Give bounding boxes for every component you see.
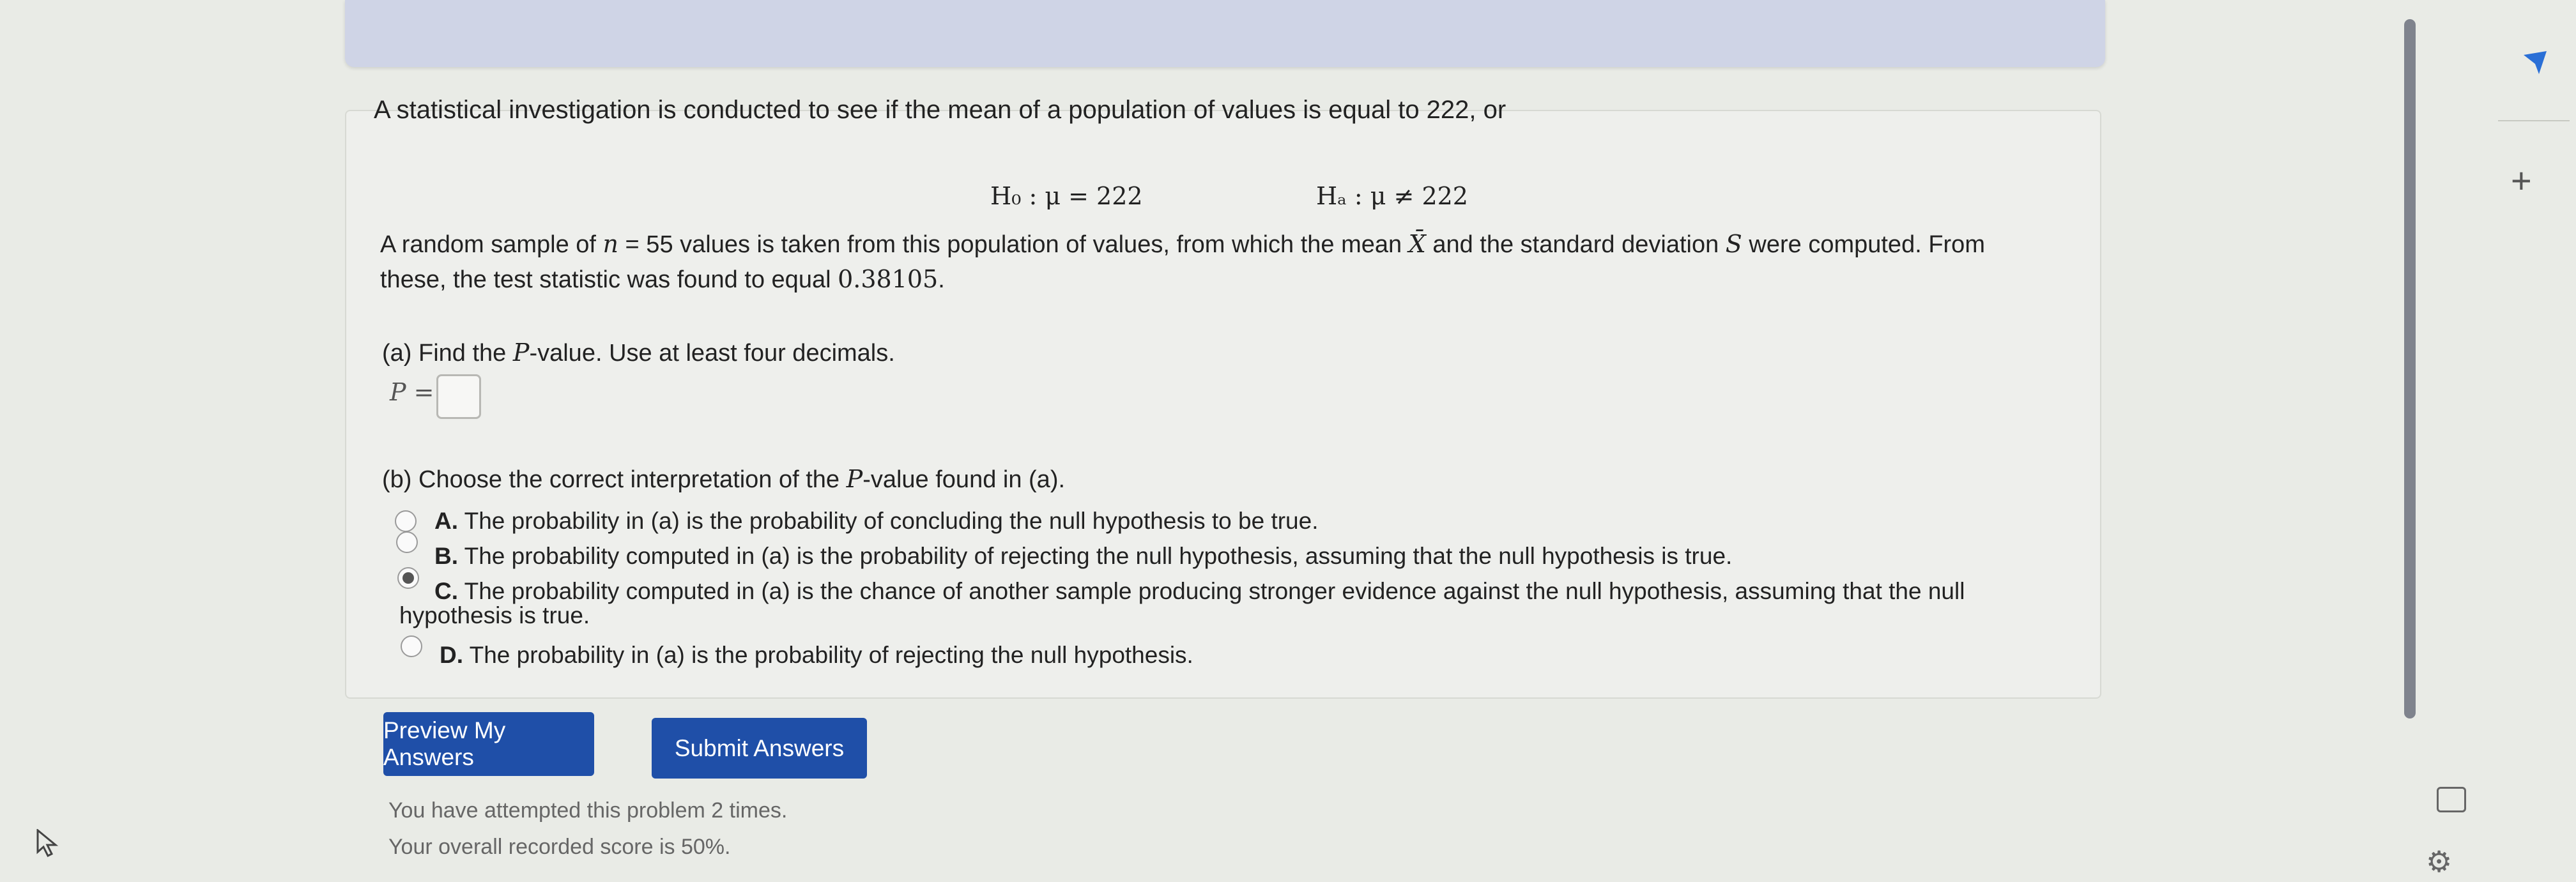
- option-c-letter: C.: [434, 578, 458, 604]
- option-a-text: The probability in (a) is the probabilit…: [458, 508, 1319, 534]
- option-d-radio[interactable]: [401, 635, 422, 657]
- option-b[interactable]: B. The probability computed in (a) is th…: [434, 543, 1732, 570]
- arrow-icon[interactable]: [2522, 50, 2548, 75]
- option-d[interactable]: D. The probability in (a) is the probabi…: [440, 642, 1193, 669]
- problem-card: [345, 110, 2101, 699]
- p-value-input[interactable]: [436, 374, 481, 419]
- option-a-letter: A.: [434, 508, 458, 534]
- option-a[interactable]: A. The probability in (a) is the probabi…: [434, 508, 1319, 535]
- sample-end: .: [938, 266, 945, 293]
- option-c-radio[interactable]: [397, 567, 419, 589]
- part-a-text-2: -value. Use at least four decimals.: [529, 340, 895, 367]
- option-b-text: The probability computed in (a) is the p…: [458, 543, 1733, 569]
- part-b-text-2: -value found in (a).: [862, 466, 1066, 493]
- sample-description: A random sample of n = 55 values is take…: [380, 227, 2054, 297]
- option-c-text: The probability computed in (a) is the c…: [458, 578, 1965, 604]
- sidebar-divider: [2498, 120, 2570, 121]
- part-b-prompt: (b) Choose the correct interpretation of…: [382, 465, 1065, 494]
- option-b-radio[interactable]: [396, 531, 418, 553]
- panel-icon[interactable]: [2437, 787, 2466, 812]
- p-variable-b: P: [846, 465, 863, 493]
- xbar-variable: X̄: [1408, 230, 1426, 258]
- part-a-text-1: (a) Find the: [382, 340, 513, 367]
- alternative-hypothesis: Hₐ : μ ≠ 222: [1316, 182, 1468, 210]
- option-d-text: The probability in (a) is the probabilit…: [463, 642, 1193, 668]
- option-c[interactable]: C. The probability computed in (a) is th…: [434, 578, 1965, 605]
- p-variable: P: [512, 338, 530, 367]
- score-status: Your overall recorded score is 50%.: [388, 835, 731, 859]
- part-b-text-1: (b) Choose the correct interpretation of…: [382, 466, 847, 493]
- sample-text-2: = 55 values is taken from this populatio…: [618, 231, 1409, 258]
- scrollbar[interactable]: [2404, 19, 2416, 719]
- attempts-status: You have attempted this problem 2 times.: [388, 798, 788, 823]
- s-variable: S: [1725, 230, 1742, 258]
- plus-icon[interactable]: +: [2511, 160, 2532, 201]
- sample-text-1: A random sample of: [380, 231, 603, 258]
- top-toolbar: [345, 0, 2105, 67]
- option-b-letter: B.: [434, 543, 458, 569]
- sample-text-3: and the standard deviation: [1425, 231, 1726, 258]
- submit-answers-button[interactable]: Submit Answers: [652, 718, 867, 779]
- option-d-letter: D.: [440, 642, 463, 668]
- problem-statement: A statistical investigation is conducted…: [374, 96, 1506, 124]
- n-variable: n: [602, 230, 618, 258]
- gear-icon[interactable]: ⚙: [2426, 844, 2452, 879]
- option-c-continuation: hypothesis is true.: [399, 602, 590, 628]
- p-value-label: P =: [390, 378, 434, 406]
- preview-answers-button[interactable]: Preview My Answers: [383, 712, 594, 776]
- part-a-prompt: (a) Find the P-value. Use at least four …: [382, 338, 895, 367]
- null-hypothesis: H₀ : μ = 222: [990, 182, 1143, 210]
- cursor-icon: [35, 828, 59, 864]
- option-a-radio[interactable]: [395, 510, 417, 532]
- test-statistic: 0.38105: [838, 265, 939, 293]
